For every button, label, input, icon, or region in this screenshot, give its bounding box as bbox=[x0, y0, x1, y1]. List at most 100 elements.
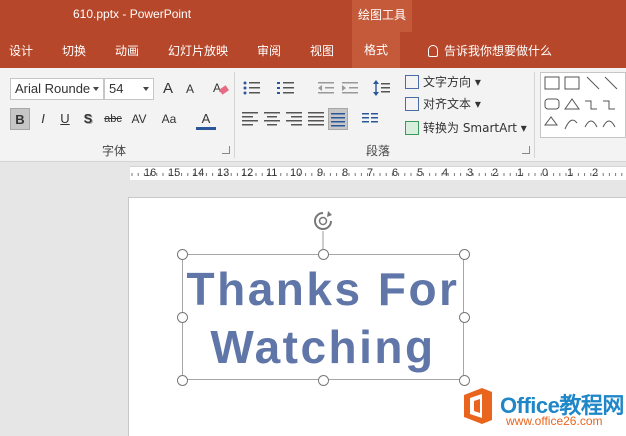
ruler-label: 13 bbox=[217, 167, 230, 179]
ruler-ticks bbox=[131, 173, 623, 176]
underline-button[interactable]: U bbox=[55, 108, 75, 130]
title-bar: 610.pptx - PowerPoint 绘图工具 bbox=[0, 0, 626, 32]
resize-handle-bottom-right[interactable] bbox=[459, 375, 470, 386]
align-right-button[interactable] bbox=[284, 108, 304, 130]
ruler-label: 2 bbox=[592, 167, 599, 179]
tab-slideshow[interactable]: 幻灯片放映 bbox=[168, 42, 228, 59]
line-spacing-button[interactable] bbox=[372, 78, 392, 100]
italic-button[interactable]: I bbox=[33, 108, 53, 130]
bullets-button[interactable] bbox=[242, 78, 262, 100]
resize-handle-bottom[interactable] bbox=[318, 375, 329, 386]
change-case-button[interactable]: Aa bbox=[156, 108, 182, 130]
ruler-label: 7 bbox=[367, 167, 374, 179]
watermark-url: www.office26.com bbox=[506, 414, 603, 428]
lightbulb-icon bbox=[428, 45, 438, 57]
bullet-list-icon bbox=[243, 81, 260, 95]
slide-text-line-2: Watching bbox=[210, 321, 436, 373]
font-dialog-launcher-icon[interactable] bbox=[222, 146, 230, 154]
ruler-label: 9 bbox=[317, 167, 324, 179]
font-color-button[interactable]: A bbox=[196, 108, 216, 130]
ruler-label: 1 bbox=[517, 167, 524, 179]
clear-formatting-button[interactable]: A bbox=[210, 78, 230, 100]
resize-handle-top-left[interactable] bbox=[177, 249, 188, 260]
align-text-icon bbox=[405, 97, 419, 111]
group-divider bbox=[234, 72, 235, 158]
office-logo-icon bbox=[464, 388, 492, 424]
smartart-icon bbox=[405, 121, 419, 135]
window-title: 610.pptx - PowerPoint bbox=[73, 7, 192, 21]
tab-view[interactable]: 视图 bbox=[310, 42, 334, 59]
context-tab-group-drawing-tools: 绘图工具 bbox=[352, 0, 412, 32]
slide-text[interactable]: Thanks For Watching bbox=[182, 254, 464, 380]
numbered-list-icon bbox=[277, 82, 294, 94]
shapes-gallery[interactable] bbox=[540, 72, 626, 138]
ruler-label: 16 bbox=[144, 167, 157, 179]
ruler-label: 1 bbox=[567, 167, 574, 179]
outdent-icon bbox=[318, 82, 334, 94]
shape-icons bbox=[544, 76, 618, 130]
justify-icon bbox=[308, 112, 324, 126]
resize-handle-right[interactable] bbox=[459, 312, 470, 323]
align-right-icon bbox=[286, 112, 302, 126]
svg-text:A: A bbox=[213, 81, 221, 95]
ruler-label: 14 bbox=[192, 167, 205, 179]
chevron-down-icon[interactable] bbox=[93, 87, 99, 91]
convert-smartart-label: 转换为 SmartArt bbox=[423, 121, 517, 135]
strikethrough-button[interactable]: abc bbox=[101, 108, 125, 130]
increase-indent-button[interactable] bbox=[340, 78, 360, 100]
ribbon-tabs: 设计 切换 动画 幻灯片放映 审阅 视图 格式 告诉我你想要做什么 bbox=[0, 32, 626, 68]
horizontal-ruler: 16 15 14 13 12 11 10 9 8 7 6 5 4 3 2 1 0… bbox=[130, 166, 626, 180]
text-direction-label: 文字方向 bbox=[423, 75, 472, 89]
decrease-indent-button[interactable] bbox=[316, 78, 336, 100]
grow-font-button[interactable]: A bbox=[158, 78, 178, 100]
font-name-value: Arial Rounde bbox=[15, 81, 91, 96]
convert-smartart-button[interactable]: 转换为 SmartArt ▾ bbox=[405, 118, 527, 138]
slide-text-line-1: Thanks For bbox=[186, 263, 460, 315]
shrink-font-button[interactable]: A bbox=[180, 78, 200, 100]
resize-handle-top[interactable] bbox=[318, 249, 329, 260]
align-center-button[interactable] bbox=[262, 108, 282, 130]
justify-button[interactable] bbox=[306, 108, 326, 130]
distributed-button[interactable] bbox=[328, 108, 348, 130]
align-left-button[interactable] bbox=[240, 108, 260, 130]
font-name-combo[interactable]: Arial Rounde bbox=[10, 78, 104, 100]
align-left-icon bbox=[242, 112, 258, 126]
align-center-icon bbox=[264, 112, 280, 126]
align-text-button[interactable]: 对齐文本 ▾ bbox=[405, 94, 481, 114]
tab-animations[interactable]: 动画 bbox=[115, 42, 139, 59]
tab-design[interactable]: 设计 bbox=[9, 42, 33, 59]
font-size-value: 54 bbox=[109, 81, 124, 96]
tab-review[interactable]: 审阅 bbox=[257, 42, 281, 59]
resize-handle-top-right[interactable] bbox=[459, 249, 470, 260]
text-shadow-button[interactable]: S bbox=[78, 108, 98, 130]
chevron-down-icon[interactable] bbox=[143, 87, 149, 91]
columns-icon bbox=[362, 113, 378, 123]
eraser-icon: A bbox=[213, 81, 229, 95]
font-size-combo[interactable]: 54 bbox=[104, 78, 154, 100]
ruler-label: 11 bbox=[266, 167, 278, 179]
bold-button[interactable]: B bbox=[10, 108, 30, 130]
ruler-label: 2 bbox=[492, 167, 499, 179]
tab-transitions[interactable]: 切换 bbox=[62, 42, 86, 59]
distributed-icon bbox=[331, 113, 345, 127]
ruler-label: 10 bbox=[290, 167, 303, 179]
ribbon: Arial Rounde 54 A A A B I U S abc AV Aa … bbox=[0, 68, 626, 162]
tell-me-search[interactable]: 告诉我你想要做什么 bbox=[428, 42, 552, 59]
character-spacing-button[interactable]: AV bbox=[126, 108, 152, 130]
numbering-button[interactable] bbox=[276, 78, 296, 100]
columns-button[interactable] bbox=[360, 108, 380, 130]
text-direction-button[interactable]: 文字方向 ▾ bbox=[405, 72, 481, 92]
indent-icon bbox=[342, 82, 358, 94]
paragraph-dialog-launcher-icon[interactable] bbox=[522, 146, 530, 154]
resize-handle-bottom-left[interactable] bbox=[177, 375, 188, 386]
resize-handle-left[interactable] bbox=[177, 312, 188, 323]
paragraph-group-label: 段落 bbox=[366, 144, 391, 158]
ruler-label: 5 bbox=[417, 167, 424, 179]
ruler-label: 12 bbox=[241, 167, 254, 179]
tab-format[interactable]: 格式 bbox=[352, 32, 401, 68]
ruler-label: 0 bbox=[542, 167, 549, 179]
line-spacing-icon bbox=[373, 80, 390, 96]
text-direction-icon bbox=[405, 75, 419, 89]
ruler-label: 6 bbox=[392, 167, 399, 179]
ruler-label: 8 bbox=[342, 167, 349, 179]
